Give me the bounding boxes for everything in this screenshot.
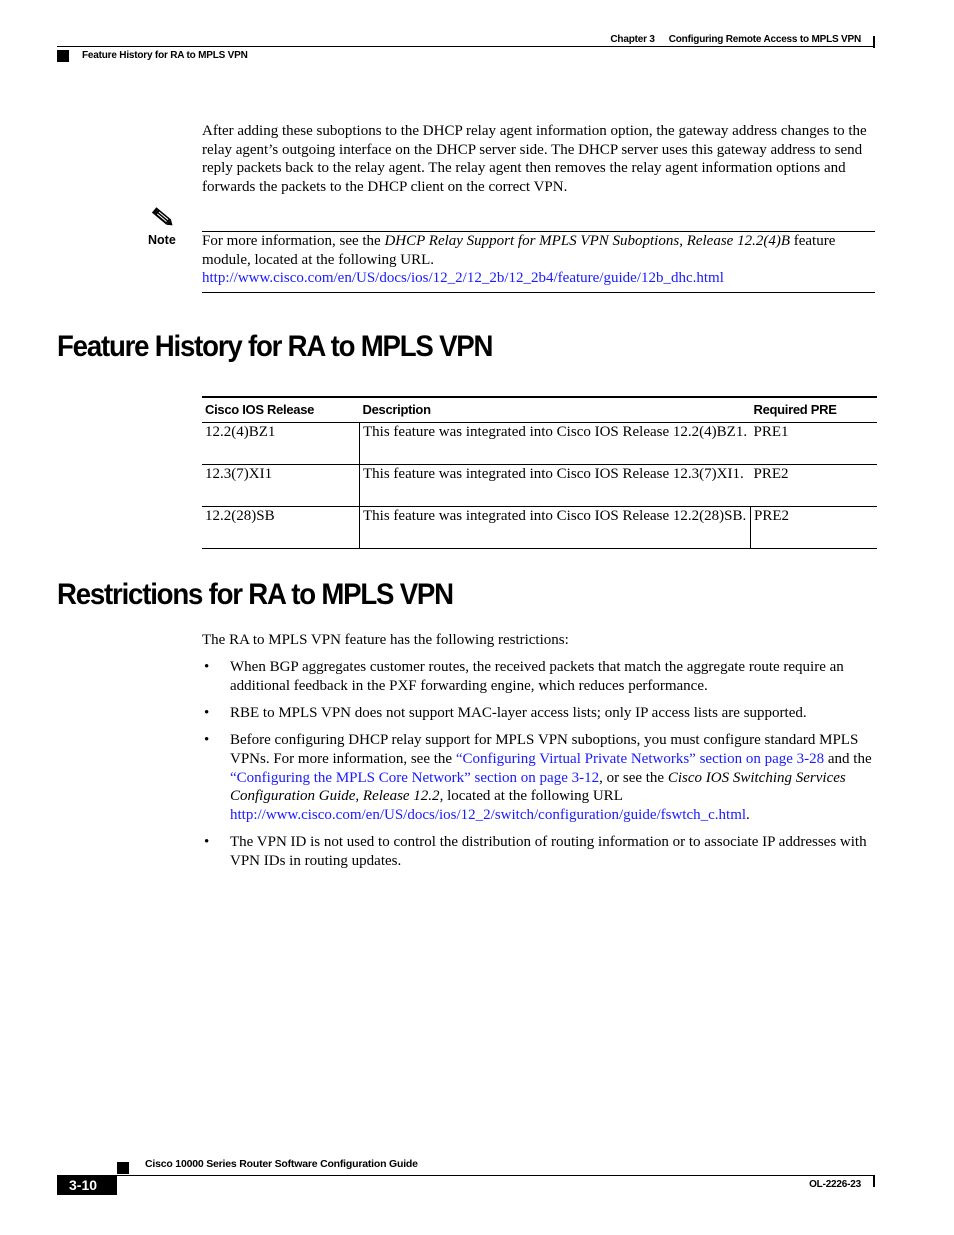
cell-required-pre: PRE2 <box>750 464 877 507</box>
header-rule <box>57 46 874 47</box>
note-text: For more information, see the DHCP Relay… <box>202 232 875 288</box>
list-item: • RBE to MPLS VPN does not support MAC-l… <box>202 704 877 723</box>
heading-restrictions: Restrictions for RA to MPLS VPN <box>57 578 454 611</box>
list-item: • The VPN ID is not used to control the … <box>202 833 877 870</box>
restriction-text-part: and the <box>824 750 872 767</box>
bullet-icon: • <box>204 704 210 721</box>
restriction-text-part: . <box>746 806 750 823</box>
restriction-text: RBE to MPLS VPN does not support MAC-lay… <box>230 704 807 721</box>
table-header-row: Cisco IOS Release Description Required P… <box>202 396 877 423</box>
cell-required-pre: PRE1 <box>750 422 877 465</box>
running-header-chapter: Chapter 3 Configuring Remote Access to MP… <box>610 34 861 45</box>
restriction-text: The VPN ID is not used to control the di… <box>230 834 867 869</box>
note-bottom-rule <box>202 292 875 293</box>
bullet-icon: • <box>204 834 210 851</box>
feature-history-table: Cisco IOS Release Description Required P… <box>202 396 877 549</box>
chapter-number: Chapter 3 <box>610 34 655 45</box>
cell-required-pre: PRE2 <box>750 506 877 549</box>
note-referenced-title: DHCP Relay Support for MPLS VPN Suboptio… <box>384 233 790 249</box>
running-header-section: Feature History for RA to MPLS VPN <box>82 50 248 61</box>
bullet-icon: • <box>204 659 210 675</box>
doc-number: OL-2226-23 <box>809 1179 861 1190</box>
restriction-text-part: , located at the following URL <box>439 788 623 805</box>
list-item: • Before configuring DHCP relay support … <box>202 731 877 825</box>
bullet-icon: • <box>204 732 210 749</box>
column-header-description: Description <box>359 396 751 423</box>
cell-description: This feature was integrated into Cisco I… <box>359 422 751 465</box>
cell-description: This feature was integrated into Cisco I… <box>359 506 751 549</box>
footer-rule <box>117 1175 875 1176</box>
restriction-text: Before configuring DHCP relay support fo… <box>230 732 872 823</box>
intro-paragraph: After adding these suboptions to the DHC… <box>202 123 867 196</box>
header-block-marker <box>57 50 69 62</box>
cell-release: 12.2(4)BZ1 <box>202 422 360 465</box>
cell-release: 12.3(7)XI1 <box>202 464 360 507</box>
chapter-title: Configuring Remote Access to MPLS VPN <box>668 34 861 45</box>
switching-guide-url-link[interactable]: http://www.cisco.com/en/US/docs/ios/12_2… <box>230 807 746 823</box>
note-label: Note <box>148 233 176 247</box>
note-url-link[interactable]: http://www.cisco.com/en/US/docs/ios/12_2… <box>202 270 724 286</box>
restriction-text-part: , or see the <box>599 769 668 786</box>
link-configuring-mpls-core[interactable]: “Configuring the MPLS Core Network” sect… <box>230 770 599 786</box>
page-number: 3-10 <box>57 1175 117 1195</box>
heading-feature-history: Feature History for RA to MPLS VPN <box>57 330 493 363</box>
table-row: 12.2(4)BZ1 This feature was integrated i… <box>202 422 877 465</box>
restriction-text: When BGP aggregates customer routes, the… <box>230 659 844 694</box>
footer-guide-title: Cisco 10000 Series Router Software Confi… <box>145 1158 418 1170</box>
column-header-required-pre: Required PRE <box>750 396 877 423</box>
note-text-before: For more information, see the <box>202 233 385 249</box>
column-header-release: Cisco IOS Release <box>202 396 360 423</box>
restrictions-list: • When BGP aggregates customer routes, t… <box>202 658 877 879</box>
footer-tick-divider <box>873 1175 875 1187</box>
cell-release: 12.2(28)SB <box>202 506 360 549</box>
restrictions-intro: The RA to MPLS VPN feature has the follo… <box>202 632 569 648</box>
footer-block-marker <box>117 1162 129 1174</box>
pencil-note-icon <box>150 206 176 230</box>
table-row: 12.3(7)XI1 This feature was integrated i… <box>202 464 877 507</box>
list-item: • When BGP aggregates customer routes, t… <box>202 658 877 695</box>
cell-description: This feature was integrated into Cisco I… <box>359 464 751 507</box>
table-row: 12.2(28)SB This feature was integrated i… <box>202 506 877 549</box>
link-configuring-vpns[interactable]: “Configuring Virtual Private Networks” s… <box>456 751 824 767</box>
